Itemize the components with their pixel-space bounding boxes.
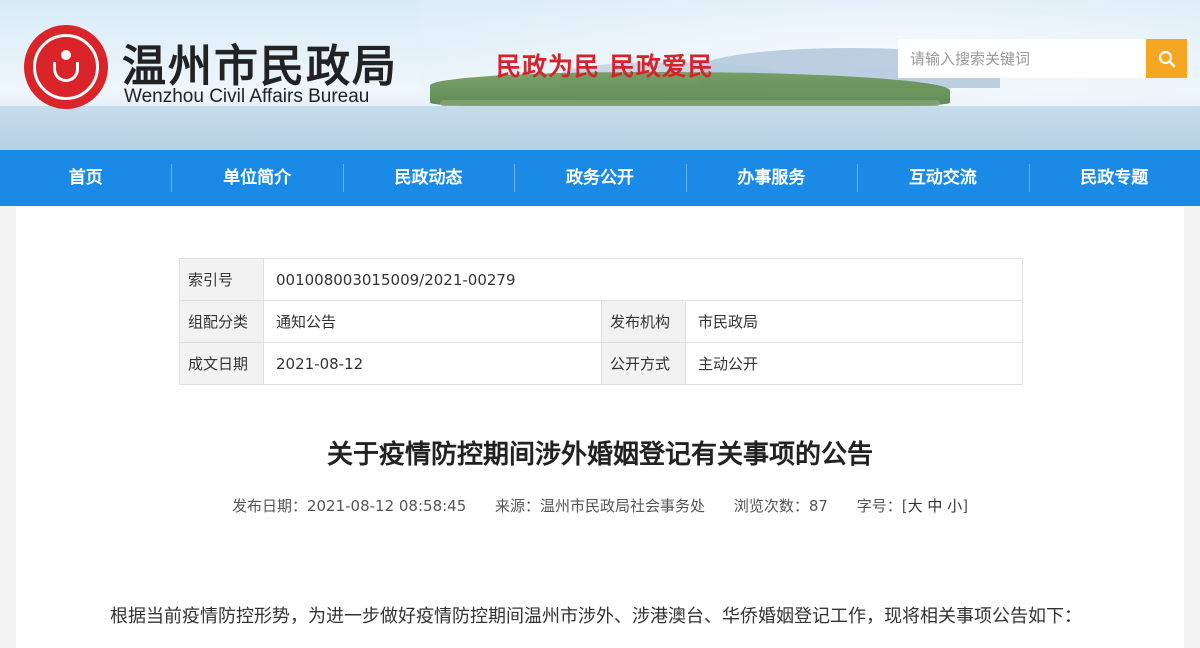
category-label: 组配分类 [179, 300, 264, 343]
article-info-bar: 发布日期：2021-08-12 08:58:45 来源：温州市民政局社会事务处 … [16, 495, 1184, 516]
article-meta-table: 索引号 001008003015009/2021-00279 组配分类 通知公告… [179, 258, 1023, 385]
publisher-label: 发布机构 [601, 300, 686, 343]
view-count: 浏览次数：87 [733, 497, 828, 515]
font-size-small-button[interactable]: 小 [947, 497, 962, 515]
search-input[interactable] [898, 39, 1146, 78]
publish-date: 发布日期：2021-08-12 08:58:45 [231, 497, 467, 515]
search-icon [1158, 50, 1175, 67]
nav-topics[interactable]: 民政专题 [1028, 150, 1200, 206]
banner-water [0, 106, 1200, 150]
site-title[interactable]: 温州市民政局 [122, 30, 398, 94]
article-title: 关于疫情防控期间涉外婚姻登记有关事项的公告 [326, 440, 873, 470]
article-container: 索引号 001008003015009/2021-00279 组配分类 通知公告… [16, 206, 1184, 648]
search-button[interactable] [1146, 39, 1187, 78]
civil-affairs-logo-icon[interactable] [24, 25, 108, 109]
index-value: 001008003015009/2021-00279 [263, 258, 1023, 301]
date-value: 2021-08-12 [263, 342, 602, 385]
site-subtitle: Wenzhou Civil Affairs Bureau [124, 86, 370, 107]
nav-interaction[interactable]: 互动交流 [857, 150, 1028, 206]
nav-news[interactable]: 民政动态 [342, 150, 514, 206]
font-size-medium-button[interactable]: 中 [927, 497, 942, 515]
font-size-label: 字号： [856, 497, 902, 515]
nav-home[interactable]: 首页 [0, 150, 171, 206]
header-banner: 温州市民政局 Wenzhou Civil Affairs Bureau 民政为民… [0, 0, 1200, 150]
article-source: 来源：温州市民政局社会事务处 [495, 497, 706, 515]
category-value: 通知公告 [263, 300, 602, 343]
nav-about[interactable]: 单位简介 [171, 150, 342, 206]
publisher-value: 市民政局 [685, 300, 1023, 343]
nav-gov-info[interactable]: 政务公开 [514, 150, 685, 206]
date-label: 成文日期 [179, 342, 264, 385]
index-label: 索引号 [179, 258, 264, 301]
banner-slogan: 民政为民 民政爱民 [496, 52, 714, 81]
nav-services[interactable]: 办事服务 [685, 150, 857, 206]
font-size-control: 字号：[大 中 小] [856, 497, 969, 515]
font-size-large-button[interactable]: 大 [908, 497, 923, 515]
open-method-value: 主动公开 [685, 342, 1023, 385]
open-method-label: 公开方式 [601, 342, 686, 385]
article-body-paragraph: 根据当前疫情防控形势，为进一步做好疫情防控期间温州市涉外、涉港澳台、华侨婚姻登记… [110, 606, 1082, 627]
search-box [898, 39, 1187, 78]
main-nav: 首页 单位简介 民政动态 政务公开 办事服务 互动交流 民政专题 [0, 150, 1200, 206]
